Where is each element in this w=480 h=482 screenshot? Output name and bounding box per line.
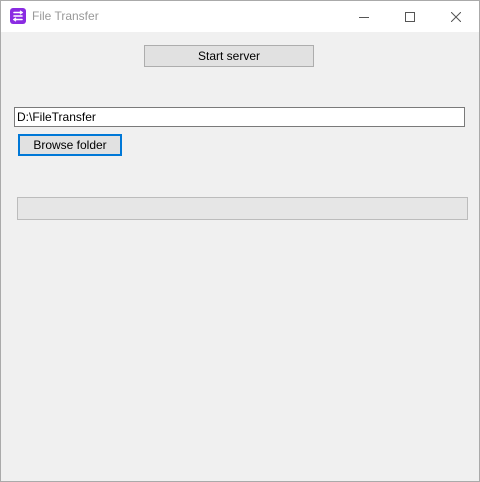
client-area: Start server D:\FileTransfer Browse fold… xyxy=(1,32,479,481)
close-icon xyxy=(451,11,461,22)
minimize-button[interactable] xyxy=(341,1,387,32)
transfer-progress-bar xyxy=(17,197,468,220)
minimize-icon xyxy=(359,16,369,18)
maximize-button[interactable] xyxy=(387,1,433,32)
browse-folder-button[interactable]: Browse folder xyxy=(18,134,122,156)
window-title: File Transfer xyxy=(32,9,99,23)
title-bar[interactable]: File Transfer xyxy=(1,1,479,32)
folder-path-input[interactable]: D:\FileTransfer xyxy=(14,107,465,127)
close-button[interactable] xyxy=(433,1,479,32)
app-window: File Transfer Start server D:\FileTransf… xyxy=(0,0,480,482)
maximize-icon xyxy=(405,11,415,22)
file-transfer-app-icon xyxy=(10,8,26,24)
start-server-button[interactable]: Start server xyxy=(144,45,314,67)
